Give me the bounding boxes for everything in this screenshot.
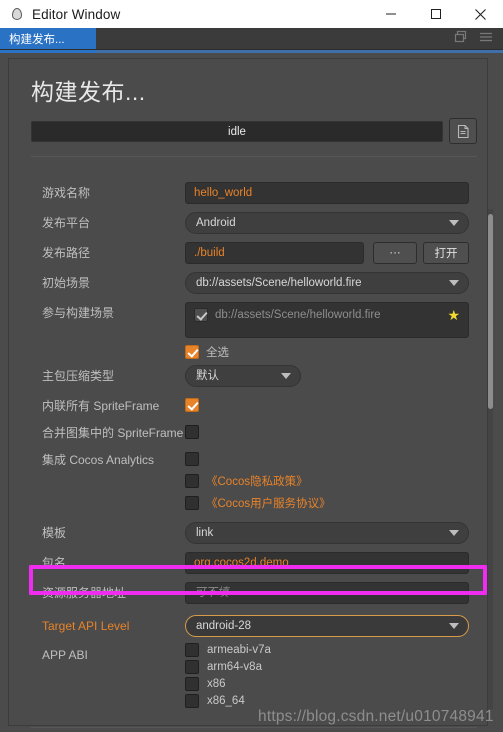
label-package-name: 包名 <box>42 556 67 570</box>
chevron-down-icon <box>449 623 459 629</box>
game-name-input[interactable]: hello_world <box>185 182 469 204</box>
open-folder-button[interactable]: 打开 <box>423 242 469 264</box>
template-select[interactable]: link <box>185 522 469 544</box>
scene-checkbox[interactable] <box>194 308 208 322</box>
tab-label: 构建发布... <box>9 33 65 46</box>
build-path-input[interactable]: ./build <box>185 242 364 264</box>
page-title: 构建发布... <box>31 79 146 105</box>
platform-value: Android <box>196 217 236 229</box>
row-game-name: 游戏名称 hello_world <box>9 182 479 204</box>
compress-select[interactable]: 默认 <box>185 365 301 387</box>
include-scenes-list: db://assets/Scene/helloworld.fire ★ <box>185 302 469 338</box>
close-button[interactable] <box>458 0 503 28</box>
hamburger-menu-icon[interactable] <box>479 30 493 48</box>
row-target-api: Target API Level android-28 <box>9 615 479 637</box>
privacy-policy-checkbox[interactable] <box>185 474 199 488</box>
open-log-button[interactable] <box>449 118 477 144</box>
cocos-drop-icon <box>9 6 25 22</box>
user-agreement-checkbox[interactable] <box>185 496 199 510</box>
status-bar: idle <box>31 121 443 142</box>
window-controls <box>368 0 503 28</box>
row-res-server: 资源服务器地址 可不填 <box>9 582 479 604</box>
label-app-abi: APP ABI <box>42 648 88 662</box>
label-build-path: 发布路径 <box>42 246 91 260</box>
start-scene-value: db://assets/Scene/helloworld.fire <box>196 277 362 289</box>
maximize-button[interactable] <box>413 0 458 28</box>
row-start-scene: 初始场景 db://assets/Scene/helloworld.fire <box>9 272 479 294</box>
cocos-analytics-checkbox[interactable] <box>185 452 199 466</box>
row-compress: 主包压缩类型 默认 <box>9 365 479 387</box>
scene-path: db://assets/Scene/helloworld.fire <box>215 309 381 321</box>
privacy-policy-row[interactable]: 《Cocos隐私政策》 <box>185 472 308 490</box>
select-all-row[interactable]: 全选 <box>185 343 229 361</box>
abi-checkbox[interactable] <box>185 643 199 657</box>
label-include-scenes: 参与构建场景 <box>42 306 115 320</box>
document-icon <box>457 124 469 138</box>
abi-checkbox[interactable] <box>185 660 199 674</box>
user-agreement-row[interactable]: 《Cocos用户服务协议》 <box>185 494 331 512</box>
row-template: 模板 link <box>9 522 479 544</box>
start-scene-select[interactable]: db://assets/Scene/helloworld.fire <box>185 272 469 294</box>
tab-build-publish[interactable]: 构建发布... <box>0 28 96 49</box>
tab-strip: 构建发布... <box>0 28 503 50</box>
window-title: Editor Window <box>32 6 121 22</box>
browse-button[interactable]: ··· <box>373 242 417 264</box>
template-value: link <box>196 527 214 539</box>
label-start-scene: 初始场景 <box>42 276 91 290</box>
compress-value: 默认 <box>196 370 219 382</box>
user-agreement-label: 《Cocos用户服务协议》 <box>206 498 331 510</box>
row-platform: 发布平台 Android <box>9 212 479 234</box>
minimize-icon <box>385 13 396 15</box>
abi-item-armeabi-v7a[interactable]: armeabi-v7a <box>185 642 271 658</box>
build-panel-inner: 构建发布... idle 游戏名称 hello_world 发布平台 Andro… <box>8 58 493 728</box>
row-merge-spriteframe: 合并图集中的 SpriteFrame <box>9 422 479 444</box>
label-target-api: Target API Level <box>42 619 130 633</box>
chevron-down-icon <box>449 280 459 286</box>
star-icon[interactable]: ★ <box>447 308 460 322</box>
label-compress: 主包压缩类型 <box>42 369 115 383</box>
watermark: https://blog.csdn.net/u010748941 <box>258 708 494 725</box>
status-text: idle <box>228 125 246 138</box>
target-api-value: android-28 <box>196 620 251 632</box>
minimize-button[interactable] <box>368 0 413 28</box>
row-include-scenes: 参与构建场景 db://assets/Scene/helloworld.fire… <box>9 302 479 340</box>
build-panel: 构建发布... idle 游戏名称 hello_world 发布平台 Andro… <box>0 53 503 732</box>
abi-item-arm64-v8a[interactable]: arm64-v8a <box>185 659 262 675</box>
target-api-select[interactable]: android-28 <box>185 615 469 637</box>
package-name-input[interactable]: org.cocos2d.demo <box>185 552 469 574</box>
label-res-server: 资源服务器地址 <box>42 586 127 600</box>
abi-label: armeabi-v7a <box>207 644 271 656</box>
inline-spriteframe-checkbox[interactable] <box>185 398 199 412</box>
row-package-name: 包名 org.cocos2d.demo <box>9 552 479 574</box>
res-server-input[interactable]: 可不填 <box>185 582 469 604</box>
chevron-down-icon <box>449 530 459 536</box>
row-inline-spriteframe: 内联所有 SpriteFrame <box>9 395 479 417</box>
tab-tools <box>454 28 503 49</box>
select-all-label: 全选 <box>206 347 229 359</box>
divider-bottom <box>31 727 477 728</box>
divider-top <box>31 156 477 157</box>
chevron-down-icon <box>449 220 459 226</box>
label-template: 模板 <box>42 526 67 540</box>
row-cocos-analytics: 集成 Cocos Analytics <box>9 449 479 471</box>
close-icon <box>475 8 486 20</box>
editor-window: Editor Window 构建发布... 构建发布... idle 游戏名称 … <box>0 0 503 732</box>
privacy-policy-label: 《Cocos隐私政策》 <box>206 476 308 488</box>
chevron-down-icon <box>281 373 291 379</box>
scrollbar-thumb[interactable] <box>488 214 493 409</box>
select-all-checkbox[interactable] <box>185 345 199 359</box>
label-merge-spriteframe: 合并图集中的 SpriteFrame <box>42 426 184 440</box>
label-inline-spriteframe: 内联所有 SpriteFrame <box>42 399 160 413</box>
list-item[interactable]: db://assets/Scene/helloworld.fire <box>194 308 381 322</box>
label-platform: 发布平台 <box>42 216 91 230</box>
window-titlebar: Editor Window <box>0 0 503 28</box>
merge-spriteframe-checkbox[interactable] <box>185 425 199 439</box>
row-build-path: 发布路径 ./build ··· 打开 <box>9 242 479 264</box>
restore-window-icon[interactable] <box>454 30 467 48</box>
label-cocos-analytics: 集成 Cocos Analytics <box>42 453 155 467</box>
abi-label: arm64-v8a <box>207 661 262 673</box>
maximize-icon <box>430 9 441 19</box>
platform-select[interactable]: Android <box>185 212 469 234</box>
label-game-name: 游戏名称 <box>42 186 91 200</box>
